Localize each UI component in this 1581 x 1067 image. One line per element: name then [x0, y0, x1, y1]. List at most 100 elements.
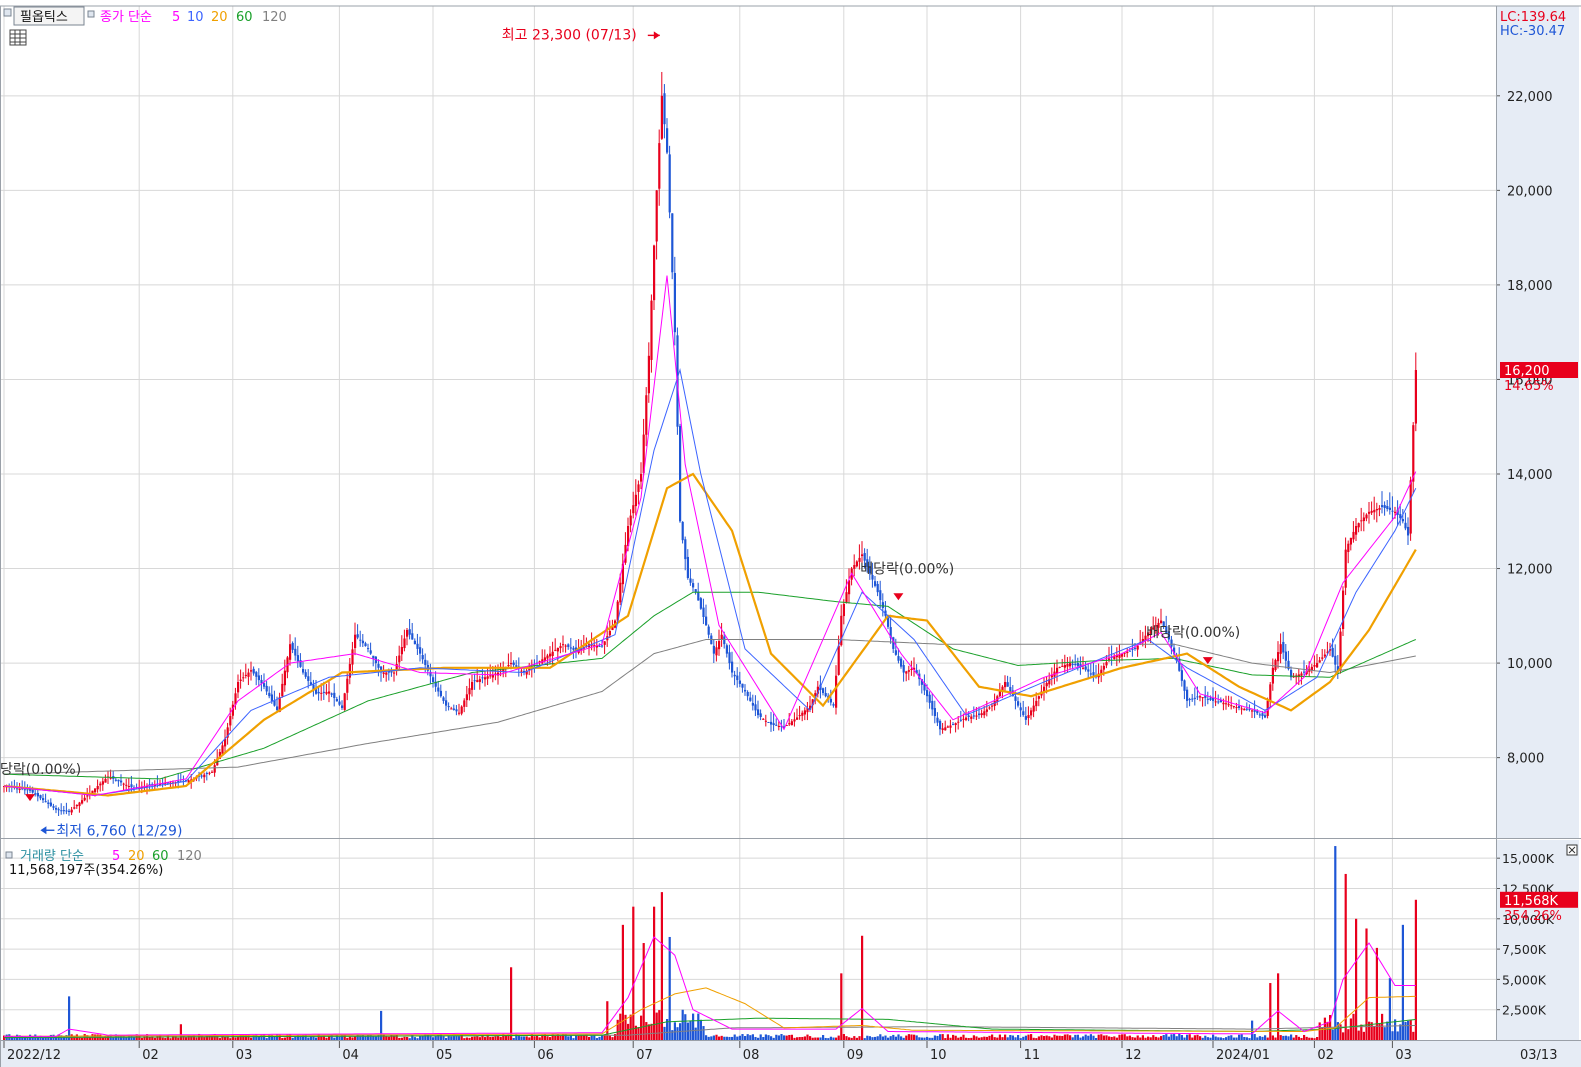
- volume-bar: [1193, 1035, 1196, 1040]
- ex-dividend-label: 배당락(0.00%): [1146, 625, 1240, 641]
- candle-body: [442, 697, 445, 701]
- volume-bar: [42, 1037, 45, 1040]
- candle-body: [767, 721, 770, 723]
- volume-bar: [156, 1035, 159, 1040]
- candle-body: [296, 655, 299, 662]
- volume-bar: [1084, 1034, 1087, 1040]
- volume-bar: [1399, 1024, 1402, 1040]
- candle-body: [1381, 505, 1384, 508]
- candle-body: [572, 647, 575, 650]
- candle: [668, 145, 671, 219]
- candle-body: [848, 580, 851, 595]
- candle-body: [603, 641, 606, 645]
- volume-bar: [915, 1035, 918, 1040]
- candle-body: [478, 679, 481, 682]
- volume-bar: [117, 1035, 120, 1040]
- volume-bar: [185, 1037, 188, 1040]
- candle-body: [907, 670, 910, 672]
- volume-bar: [333, 1037, 336, 1040]
- volume-bar: [1069, 1035, 1072, 1040]
- volume-bar: [1253, 1033, 1256, 1040]
- volume-bar: [315, 1037, 318, 1040]
- volume-bar: [1396, 1031, 1399, 1040]
- volume-bar: [554, 1036, 557, 1040]
- candle-body: [1201, 697, 1204, 699]
- ma60-label[interactable]: 60: [236, 10, 253, 25]
- volume-bar: [918, 1037, 921, 1040]
- ma20-label[interactable]: 20: [211, 10, 228, 25]
- volume-bar: [1170, 1034, 1173, 1040]
- volume-bar: [1050, 1037, 1053, 1040]
- candle-body: [1368, 511, 1371, 514]
- candle-body: [281, 683, 284, 697]
- price-tick-label: 22,000: [1507, 90, 1553, 105]
- price-ma-title[interactable]: 종가 단순: [100, 10, 152, 25]
- volume-bar: [1357, 1030, 1360, 1040]
- candle-body: [559, 646, 562, 649]
- candle-body: [114, 779, 117, 781]
- volume-bar: [913, 1034, 916, 1040]
- candle-body: [452, 708, 455, 710]
- candle-body: [549, 653, 552, 657]
- volume-bar: [1004, 1034, 1007, 1040]
- volume-title[interactable]: 거래량 단순: [20, 849, 84, 864]
- candle-body: [681, 521, 684, 541]
- volume-bar: [811, 1037, 814, 1040]
- candle-body: [822, 688, 825, 694]
- vol-ma120-label[interactable]: 120: [177, 849, 202, 864]
- candle-body: [208, 772, 211, 774]
- volume-bar: [1222, 1038, 1225, 1040]
- candle-body: [229, 716, 232, 726]
- volume-bar: [512, 1038, 515, 1040]
- candle-body: [294, 648, 297, 656]
- candle-body: [697, 591, 700, 601]
- volume-bar: [1160, 1036, 1163, 1040]
- ma120-label[interactable]: 120: [262, 10, 287, 25]
- volume-bar: [764, 1034, 767, 1040]
- volume-bar: [452, 1036, 455, 1040]
- candle-body: [1084, 666, 1087, 670]
- candle-body: [364, 643, 367, 647]
- ma5-label[interactable]: 5: [172, 10, 180, 25]
- volume-bar: [980, 1037, 983, 1040]
- vol-ma20-label[interactable]: 20: [128, 849, 145, 864]
- volume-bar: [1407, 1020, 1410, 1040]
- volume-bar: [705, 1035, 708, 1040]
- volume-bar: [1266, 1037, 1269, 1040]
- candle: [681, 521, 684, 544]
- candle-body: [1071, 663, 1074, 665]
- volume-bar: [1144, 1037, 1147, 1040]
- candle-body: [382, 672, 385, 674]
- candle-body: [96, 786, 99, 790]
- volume-bar: [374, 1036, 377, 1040]
- candle-body: [900, 658, 903, 667]
- candle-body: [1032, 705, 1035, 712]
- volume-bar: [536, 1035, 539, 1040]
- candle-body: [455, 709, 458, 712]
- volume-bar: [408, 1038, 411, 1040]
- candle-body: [73, 807, 76, 809]
- volume-bar: [1175, 1036, 1178, 1040]
- vol-ma5-label[interactable]: 5: [112, 849, 120, 864]
- candle-body: [1386, 505, 1389, 509]
- candle-body: [962, 718, 965, 720]
- price-tick-label: 10,000: [1507, 657, 1553, 672]
- date-tick-label: 11: [1024, 1048, 1041, 1063]
- candle-body: [330, 693, 333, 695]
- volume-bar: [1279, 1035, 1282, 1040]
- volume-bar: [432, 1037, 435, 1040]
- candle-body: [1089, 673, 1092, 675]
- volume-bar: [754, 1036, 757, 1040]
- vol-ma60-label[interactable]: 60: [152, 849, 169, 864]
- candle-body: [458, 712, 461, 714]
- candle-body: [853, 565, 856, 569]
- candle-body: [1076, 663, 1079, 666]
- close-panel-icon[interactable]: [1566, 844, 1578, 856]
- volume-bar: [1043, 1036, 1046, 1040]
- volume-bar: [346, 1037, 349, 1040]
- ma10-label[interactable]: 10: [187, 10, 204, 25]
- volume-bar: [1261, 1036, 1264, 1040]
- table-view-icon[interactable]: [9, 29, 27, 46]
- volume-bar: [1001, 1037, 1004, 1040]
- volume-bar: [1009, 1034, 1012, 1040]
